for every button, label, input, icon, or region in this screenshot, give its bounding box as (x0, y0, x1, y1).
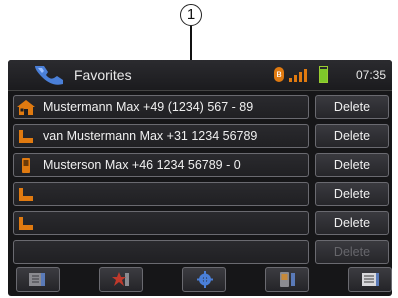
screen-title: Favorites (74, 67, 132, 83)
mobile-device-button[interactable] (265, 267, 309, 292)
favorite-entry-empty[interactable] (13, 240, 309, 264)
phonebook-button[interactable] (16, 267, 60, 292)
delete-button[interactable]: Delete (315, 124, 389, 148)
favorites-star-icon (112, 272, 129, 286)
call-list-icon (362, 273, 379, 286)
phonebook-icon (29, 273, 45, 286)
landline-phone-icon (19, 217, 33, 230)
favorites-button[interactable] (99, 267, 143, 292)
landline-phone-icon (19, 188, 33, 201)
home-icon (17, 100, 35, 115)
favorite-entry[interactable] (13, 211, 309, 235)
favorite-name: Musterson Max +46 1234 56789 - 0 (43, 158, 241, 172)
favorite-row: Delete (13, 182, 391, 206)
bottom-toolbar (8, 265, 392, 296)
delete-button-disabled: Delete (315, 240, 389, 264)
favorite-row: Mustermann Max +49 (1234) 567 - 89 Delet… (13, 95, 391, 119)
mobile-phone-icon (22, 158, 30, 173)
delete-button[interactable]: Delete (315, 182, 389, 206)
settings-button[interactable] (182, 267, 226, 292)
mobile-device-icon (280, 272, 295, 287)
favorite-entry[interactable]: Musterson Max +46 1234 56789 - 0 (13, 153, 309, 177)
delete-button[interactable]: Delete (315, 153, 389, 177)
clock: 07:35 (356, 68, 387, 82)
settings-gear-icon (197, 271, 213, 288)
signal-strength-icon (289, 69, 307, 82)
favorite-name: van Mustermann Max +31 1234 56789 (43, 129, 258, 143)
favorite-entry[interactable]: Mustermann Max +49 (1234) 567 - 89 (13, 95, 309, 119)
favorite-row: Musterson Max +46 1234 56789 - 0 Delete (13, 153, 391, 177)
delete-button[interactable]: Delete (315, 95, 389, 119)
delete-button[interactable]: Delete (315, 211, 389, 235)
call-list-button[interactable] (348, 267, 392, 292)
favorite-name: Mustermann Max +49 (1234) 567 - 89 (43, 100, 254, 114)
header-bar: Favorites ʙ 07:35 (8, 60, 392, 91)
bluetooth-icon: ʙ (274, 67, 284, 82)
favorite-row: van Mustermann Max +31 1234 56789 Delete (13, 124, 391, 148)
favorite-entry[interactable]: van Mustermann Max +31 1234 56789 (13, 124, 309, 148)
callout-marker: 1 (180, 4, 202, 26)
phone-app-icon (35, 66, 63, 85)
favorite-row: Delete (13, 240, 391, 264)
battery-icon (319, 66, 328, 83)
landline-phone-icon (19, 130, 33, 143)
phone-screen: Favorites ʙ 07:35 Mustermann Max +49 (12… (8, 60, 392, 296)
favorite-entry[interactable] (13, 182, 309, 206)
favorite-row: Delete (13, 211, 391, 235)
